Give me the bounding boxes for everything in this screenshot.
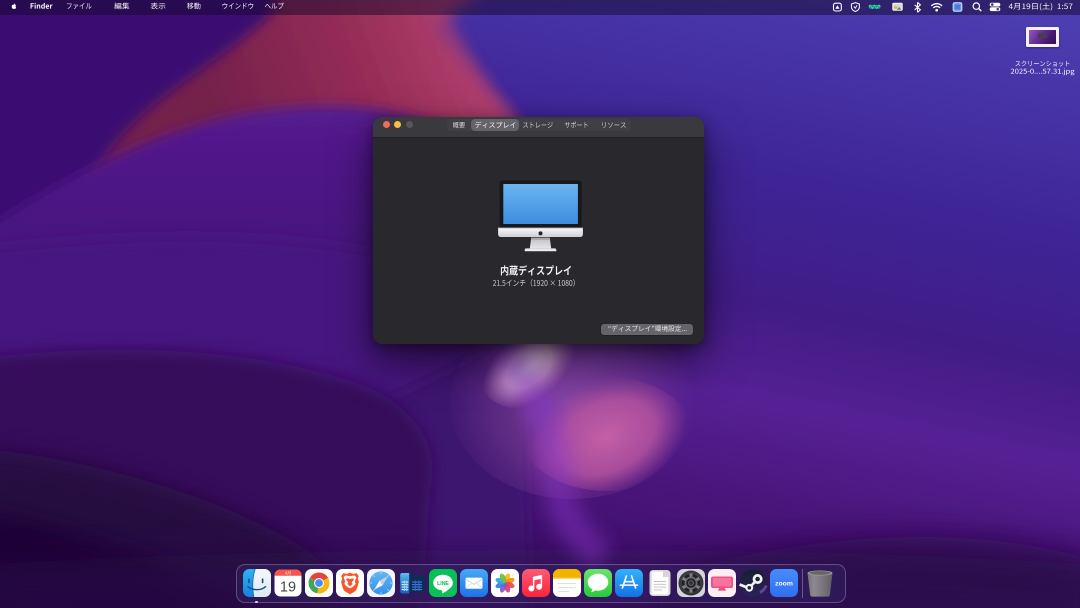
svg-text:LINE: LINE [437, 581, 449, 587]
svg-text:zoom: zoom [775, 580, 793, 587]
svg-text:19: 19 [279, 580, 295, 596]
